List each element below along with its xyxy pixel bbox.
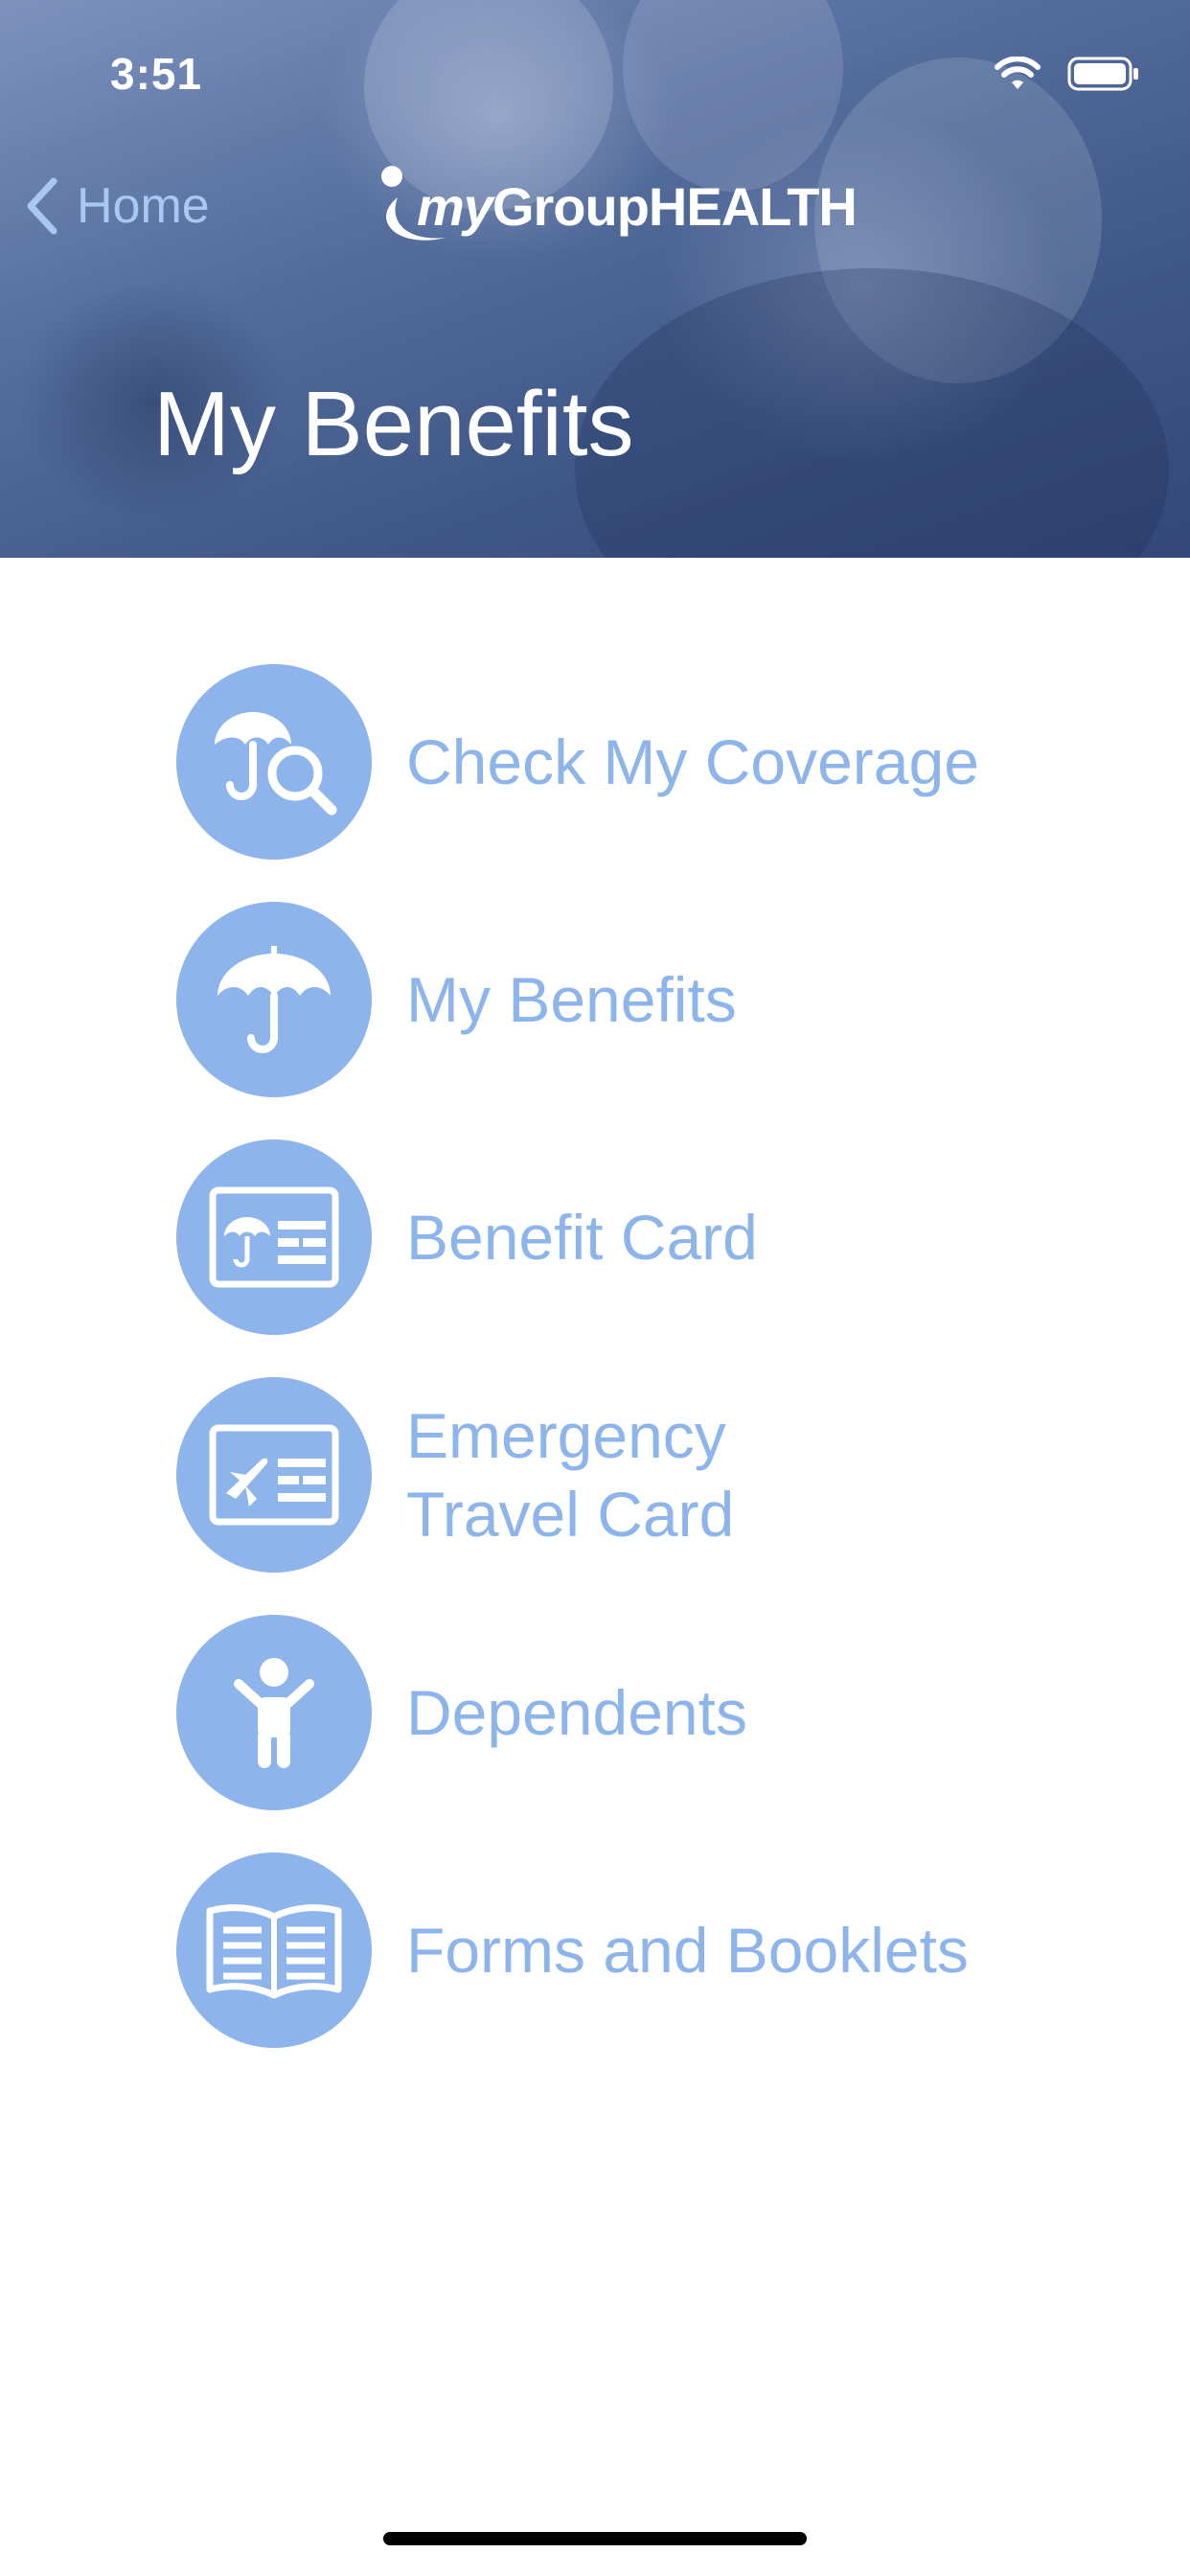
menu-item-forms-booklets[interactable]: Forms and Booklets — [176, 1831, 1087, 2069]
menu-item-benefit-card[interactable]: Benefit Card — [176, 1118, 1087, 1356]
photo-shape — [575, 268, 1169, 558]
back-label: Home — [77, 178, 210, 234]
menu-item-label: Check My Coverage — [406, 726, 979, 797]
chevron-left-icon — [27, 177, 57, 235]
menu-icon-circle — [176, 1615, 372, 1810]
menu-icon-circle — [176, 1139, 372, 1335]
menu-item-label: Emergency Travel Card — [406, 1400, 735, 1550]
menu-icon-circle — [176, 664, 372, 860]
benefit-card-icon — [209, 1186, 339, 1288]
travel-card-icon — [209, 1424, 339, 1526]
logo-brand: GroupHEALTH — [492, 175, 858, 237]
logo-text: myGroupHEALTH — [417, 175, 858, 238]
menu-item-label: Benefit Card — [406, 1202, 758, 1273]
menu-item-my-benefits[interactable]: My Benefits — [176, 881, 1087, 1118]
battery-icon — [1067, 57, 1138, 91]
benefits-menu: Check My Coverage My Benefits Benefit Ca — [176, 643, 1087, 2069]
menu-item-label: Forms and Booklets — [406, 1915, 969, 1986]
child-icon — [234, 1658, 314, 1768]
status-icons — [995, 56, 1140, 92]
menu-item-label: Dependents — [406, 1677, 747, 1748]
menu-icon-circle — [176, 1377, 372, 1573]
brand-logo: myGroupHEALTH — [378, 163, 858, 249]
back-button[interactable]: Home — [25, 177, 210, 235]
page-title: My Benefits — [153, 373, 634, 475]
menu-item-check-coverage[interactable]: Check My Coverage — [176, 643, 1087, 881]
menu-item-emergency-travel-card[interactable]: Emergency Travel Card — [176, 1356, 1087, 1594]
header-banner: 3:51 Home myGroupHEALTH My Benefits — [0, 0, 1190, 558]
umbrella-search-icon — [215, 712, 337, 816]
menu-icon-circle — [176, 902, 372, 1097]
menu-item-dependents[interactable]: Dependents — [176, 1594, 1087, 1831]
home-indicator[interactable] — [383, 2532, 807, 2545]
umbrella-icon — [217, 946, 331, 1053]
book-icon — [206, 1904, 342, 1999]
status-time: 3:51 — [110, 49, 203, 99]
menu-icon-circle — [176, 1852, 372, 2048]
logo-script: my — [417, 175, 493, 237]
wifi-icon — [995, 57, 1041, 89]
menu-item-label: My Benefits — [406, 964, 737, 1035]
